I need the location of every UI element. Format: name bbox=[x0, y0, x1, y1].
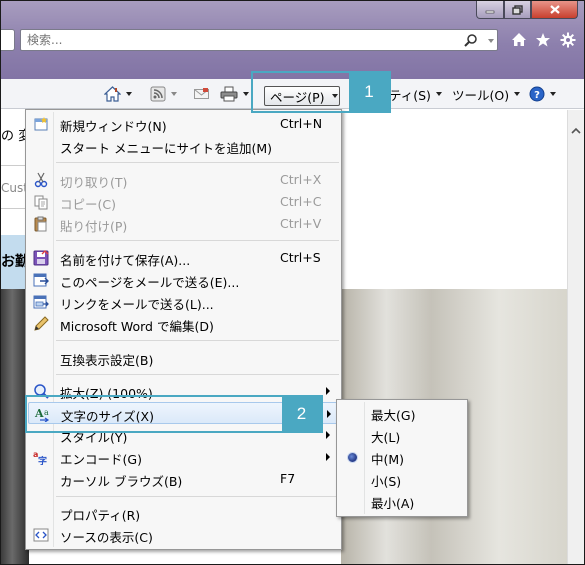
callout-number-2: 2 bbox=[282, 397, 321, 431]
chevron-down-icon[interactable] bbox=[126, 92, 132, 96]
new-window-icon bbox=[34, 117, 48, 131]
text-size-smaller[interactable]: 小(S) bbox=[339, 468, 465, 490]
submenu-arrow-icon bbox=[326, 387, 330, 395]
browser-window: ティ(S) ツール(O) ? ページ(P) の 変 Cust お勤 新規ウィンド… bbox=[0, 0, 585, 565]
search-dropdown-icon[interactable] bbox=[488, 39, 494, 43]
rss-feed-icon bbox=[150, 86, 166, 102]
tools-label: ツール(O) bbox=[452, 87, 510, 103]
submenu-arrow-icon bbox=[326, 431, 330, 439]
text-size-submenu: 最大(G) 大(L) 中(M) 小(S) 最小(A) bbox=[336, 399, 468, 517]
menu-item-caret-browsing[interactable]: カーソル ブラウズ(B) F7 bbox=[28, 468, 339, 490]
home-icon[interactable] bbox=[511, 32, 527, 47]
menu-item-view-source[interactable]: ソースの表示(C) bbox=[28, 524, 339, 546]
encoding-icon: a字 bbox=[33, 450, 47, 465]
menu-item-add-to-start[interactable]: スタート メニューにサイトを追加(M) bbox=[28, 135, 339, 157]
menu-item-new-window[interactable]: 新規ウィンドウ(N) Ctrl+N bbox=[28, 113, 339, 135]
help-icon: ? bbox=[529, 86, 545, 102]
close-button[interactable] bbox=[531, 1, 578, 19]
text-size-medium[interactable]: 中(M) bbox=[339, 446, 465, 468]
minimize-button[interactable] bbox=[476, 1, 504, 19]
tools-menu[interactable]: ツール(O) bbox=[452, 85, 521, 103]
mail-icon bbox=[194, 88, 209, 99]
feeds-button[interactable] bbox=[150, 85, 177, 103]
menu-separator bbox=[56, 496, 339, 497]
menu-item-copy[interactable]: コピー(C) Ctrl+C bbox=[28, 191, 339, 213]
chevron-down-icon bbox=[550, 92, 556, 96]
menu-item-save-as[interactable]: 名前を付けて保存(A)... Ctrl+S bbox=[28, 247, 339, 269]
pencil-icon bbox=[34, 316, 49, 331]
window-controls bbox=[476, 1, 582, 21]
scroll-up-arrow-icon[interactable] bbox=[571, 127, 581, 134]
search-input[interactable] bbox=[27, 32, 447, 48]
menu-separator bbox=[56, 240, 339, 241]
chevron-down-icon bbox=[514, 92, 521, 96]
gear-icon[interactable] bbox=[560, 32, 576, 48]
vertical-scrollbar[interactable] bbox=[567, 110, 584, 564]
svg-text:字: 字 bbox=[38, 455, 47, 465]
home-button[interactable] bbox=[104, 85, 132, 103]
menu-item-compat-view[interactable]: 互換表示設定(B) bbox=[28, 347, 339, 369]
menu-item-mail-link[interactable]: リンクをメールで送る(L)... bbox=[28, 291, 339, 313]
menu-separator bbox=[56, 162, 339, 163]
favorites-star-icon[interactable] bbox=[535, 32, 551, 47]
search-box[interactable] bbox=[20, 29, 498, 51]
close-icon bbox=[549, 5, 560, 14]
menu-separator bbox=[56, 374, 339, 375]
minimize-icon bbox=[485, 10, 495, 13]
maximize-button[interactable] bbox=[504, 1, 531, 19]
restore-icon bbox=[512, 4, 523, 15]
text-size-larger[interactable]: 大(L) bbox=[339, 424, 465, 446]
copy-icon bbox=[34, 195, 48, 210]
menu-item-paste[interactable]: 貼り付け(P) Ctrl+V bbox=[28, 213, 339, 235]
printer-icon bbox=[220, 86, 238, 102]
safety-menu[interactable]: ティ(S) bbox=[389, 85, 442, 103]
print-button[interactable] bbox=[220, 85, 249, 103]
mail-link-icon bbox=[33, 295, 49, 309]
chevron-down-icon bbox=[435, 92, 442, 96]
title-bar bbox=[1, 1, 584, 79]
menu-item-edit-in-word[interactable]: Microsoft Word で編集(D) bbox=[28, 313, 339, 335]
help-button[interactable]: ? bbox=[529, 85, 556, 103]
callout-highlight-2 bbox=[25, 395, 323, 433]
safety-label: ティ(S) bbox=[389, 87, 431, 103]
menu-item-cut[interactable]: 切り取り(T) Ctrl+X bbox=[28, 169, 339, 191]
text-size-largest[interactable]: 最大(G) bbox=[339, 402, 465, 424]
scissors-icon bbox=[34, 172, 48, 188]
home-icon bbox=[104, 86, 121, 102]
menu-item-properties[interactable]: プロパティ(R) bbox=[28, 502, 339, 524]
mail-page-icon bbox=[33, 273, 49, 287]
page-field-fragment: Cust bbox=[1, 181, 28, 195]
save-icon bbox=[33, 250, 49, 266]
chevron-down-icon[interactable] bbox=[243, 92, 249, 96]
menu-item-mail-page[interactable]: このページをメールで送る(E)... bbox=[28, 269, 339, 291]
read-mail-button[interactable] bbox=[194, 85, 209, 103]
callout-number-1: 1 bbox=[349, 73, 389, 111]
svg-text:?: ? bbox=[534, 90, 540, 101]
menu-item-encoding[interactable]: a字 エンコード(G) bbox=[28, 446, 339, 468]
chevron-down-icon[interactable] bbox=[171, 92, 177, 96]
menu-separator bbox=[56, 340, 339, 341]
radio-selected-icon bbox=[347, 452, 358, 463]
search-icon[interactable] bbox=[464, 33, 478, 47]
page-dropdown-menu: 新規ウィンドウ(N) Ctrl+N スタート メニューにサイトを追加(M) 切り… bbox=[25, 109, 342, 550]
address-bar-edge[interactable] bbox=[1, 29, 15, 51]
submenu-arrow-icon bbox=[327, 410, 331, 418]
view-source-icon bbox=[33, 528, 49, 542]
paste-icon bbox=[34, 216, 47, 232]
submenu-arrow-icon bbox=[326, 453, 330, 461]
text-size-smallest[interactable]: 最小(A) bbox=[339, 490, 465, 512]
